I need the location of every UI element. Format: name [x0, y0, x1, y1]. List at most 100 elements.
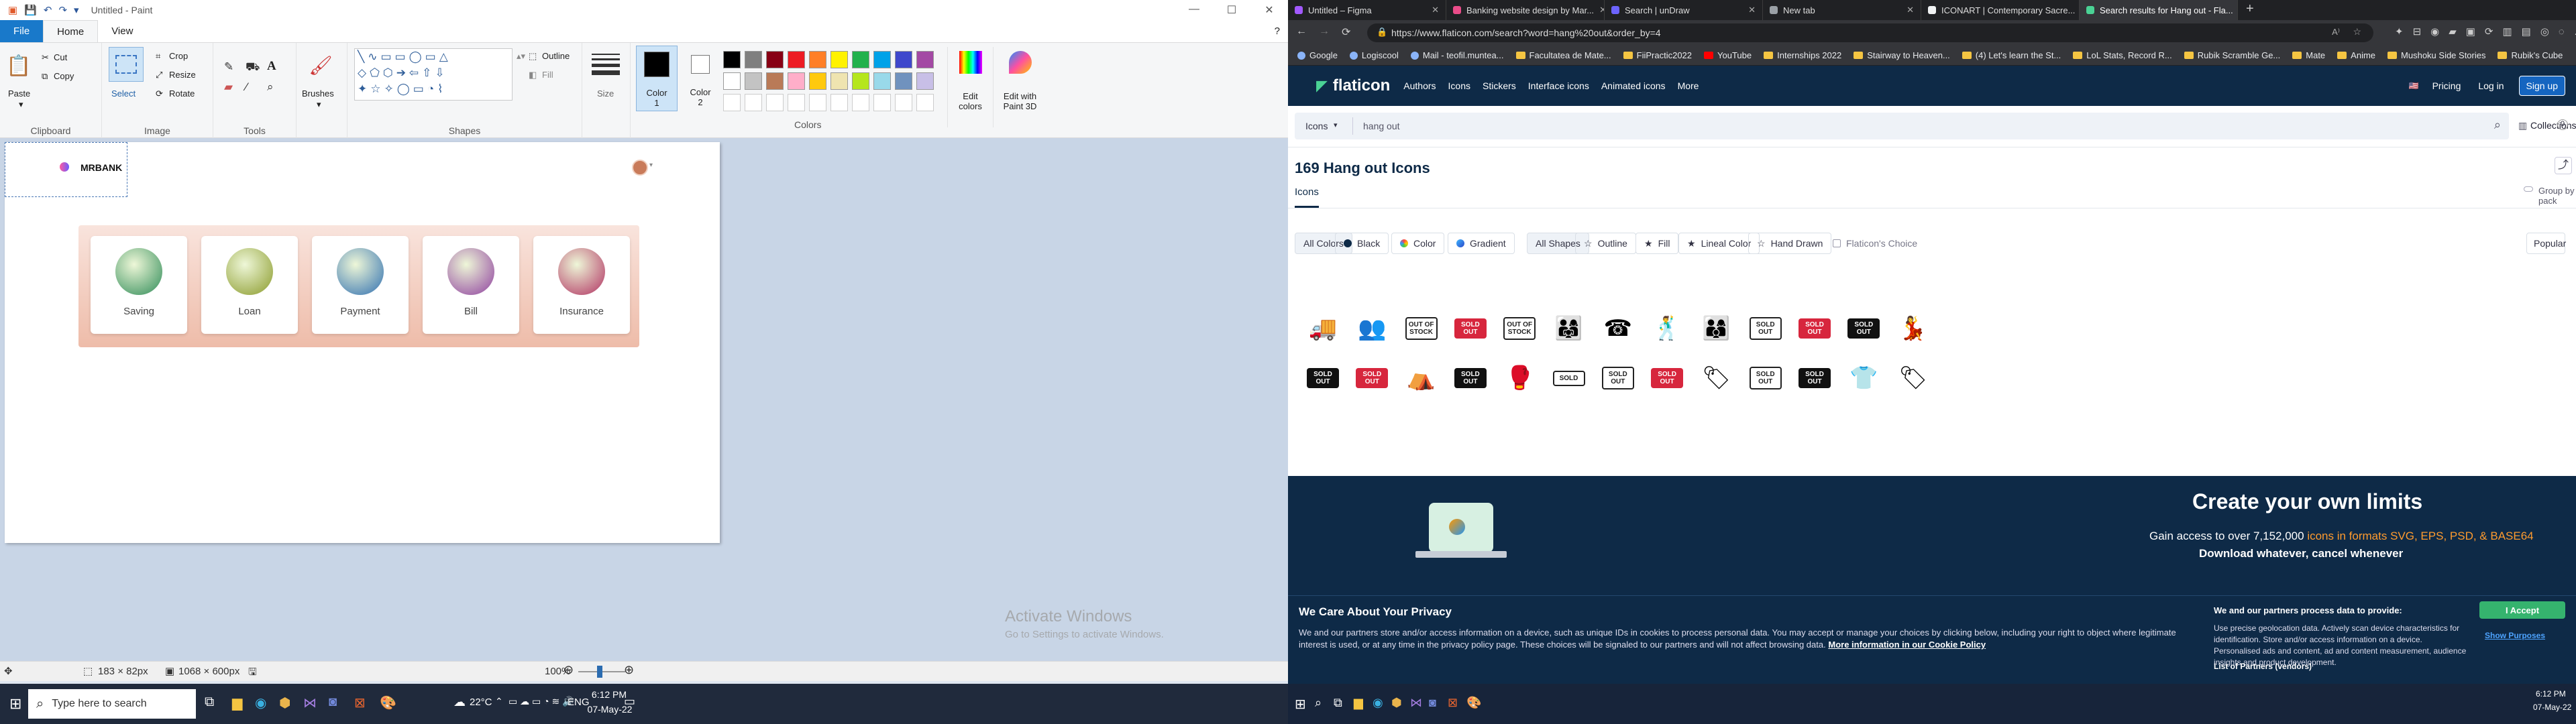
edit-with-paint3d-button[interactable]: Edit with Paint 3D — [993, 47, 1046, 127]
browser-tab-0[interactable]: Untitled – Figma ✕ — [1288, 0, 1446, 20]
nav-link-2[interactable]: Stickers — [1483, 80, 1516, 91]
palette-color-r1-8[interactable] — [895, 51, 912, 68]
bookmark-13[interactable]: Mushoku Side Stories — [2387, 50, 2485, 60]
sold-out-red-banner-icon[interactable]: SOLD OUT — [1346, 353, 1397, 404]
nav-link-0[interactable]: Authors — [1403, 80, 1436, 91]
bookmark-2[interactable]: Mail - teofil.muntea... — [1410, 50, 1504, 60]
flaticon-logo[interactable]: ◤ flaticon — [1316, 76, 1390, 95]
color-filter-2[interactable]: Color — [1391, 233, 1445, 254]
paint-canvas[interactable]: MRBANK ▾ Saving Loan Payment Bill Insurance — [5, 142, 720, 543]
bookmark-0[interactable]: Google — [1297, 50, 1338, 60]
start-icon[interactable]: ⊞ — [9, 695, 21, 713]
brushes-button[interactable]: Brushes — [302, 88, 334, 99]
shapes-scroll-icon[interactable]: ▴▾ — [517, 51, 525, 62]
delivery-people-icon[interactable]: 👥 — [1346, 303, 1397, 354]
fill-button[interactable]: Fill — [542, 70, 553, 80]
color1-selector[interactable]: Color 1 — [636, 46, 678, 111]
address-bar[interactable]: 🔒 https://www.flaticon.com/search?word=h… — [1367, 23, 2373, 42]
price-tag-icon[interactable]: 🏷 — [1690, 353, 1741, 404]
size-lines-icon[interactable] — [592, 54, 620, 76]
extension-icons[interactable]: ✦⊟◉▰▣⟳▥▤◎◌… — [2395, 25, 2576, 38]
task-view-icon[interactable]: ⧉ — [205, 695, 214, 710]
sort-select[interactable]: Popular — [2526, 233, 2566, 254]
back-icon[interactable]: ← — [1296, 25, 1307, 38]
zoom-out-button[interactable]: ⊖ — [564, 663, 574, 677]
nav-link-3[interactable]: Interface icons — [1528, 80, 1589, 91]
maximize-button[interactable]: ☐ — [1213, 3, 1250, 17]
resize-button[interactable]: Resize — [169, 70, 196, 80]
collections-icon[interactable]: ▥ — [2518, 120, 2527, 131]
out-of-stock-badge-icon[interactable]: OUT OF STOCK — [1494, 303, 1545, 354]
close-tab-icon[interactable]: ✕ — [1599, 5, 1604, 15]
palette-color-r2-8[interactable] — [895, 72, 912, 90]
palette-color-r1-4[interactable] — [809, 51, 826, 68]
signup-button[interactable]: Sign up — [2518, 76, 2565, 96]
minimize-button[interactable]: — — [1175, 3, 1213, 17]
pencil-icon[interactable]: ✎ — [224, 60, 233, 74]
cookie-policy-link[interactable]: More information in our Cookie Policy — [1828, 640, 1986, 650]
rotate-icon[interactable]: ⟳ — [156, 88, 163, 99]
bookmark-10[interactable]: Rubik Scramble Ge... — [2184, 50, 2280, 60]
palette-custom-slot[interactable] — [788, 94, 805, 111]
palette-custom-slot[interactable] — [745, 94, 762, 111]
paint-taskbar-icon[interactable]: 🎨 — [380, 695, 396, 711]
palette-color-r1-7[interactable] — [873, 51, 891, 68]
tray-chevron-icon[interactable]: ⌃ — [495, 696, 503, 707]
brushes-dropdown-icon[interactable]: ▾ — [317, 99, 321, 110]
hugging-people-icon[interactable]: 💃 — [1888, 303, 1939, 354]
sold-tag-icon[interactable]: SOLD — [1544, 353, 1595, 404]
palette-custom-slot[interactable] — [830, 94, 848, 111]
tab-icons[interactable]: Icons — [1295, 186, 1319, 208]
sold-out-red-icon[interactable]: SOLD OUT — [1789, 303, 1840, 354]
crop-button[interactable]: Crop — [169, 51, 188, 61]
bookmark-12[interactable]: Anime — [2337, 50, 2375, 60]
tab-file[interactable]: File — [0, 20, 44, 42]
sold-out-sign-outline-icon[interactable]: SOLD OUT — [1740, 353, 1791, 404]
palette-color-r2-9[interactable] — [916, 72, 934, 90]
palette-color-r1-1[interactable] — [745, 51, 762, 68]
file-explorer-icon[interactable]: ▆ — [1354, 696, 1363, 710]
text-tool-icon[interactable]: A — [267, 59, 276, 74]
palette-color-r1-9[interactable] — [916, 51, 934, 68]
search-icon[interactable]: ⌕ — [2494, 118, 2501, 132]
redo-icon[interactable]: ↷ — [58, 4, 67, 16]
copy-icon[interactable]: ⧉ — [42, 71, 48, 82]
size-button[interactable]: Size — [597, 88, 614, 99]
zoom-in-button[interactable]: ⊕ — [624, 663, 634, 677]
app-icon[interactable]: ⬢ — [1391, 696, 1402, 710]
share-icon[interactable]: ⤴ — [2555, 157, 2572, 174]
reload-icon[interactable]: ⟳ — [1342, 25, 1350, 39]
language-flag-icon[interactable]: 🇺🇸 — [2409, 81, 2419, 90]
bookmark-14[interactable]: Rubik's Cube — [2498, 50, 2563, 60]
palette-color-r1-2[interactable] — [766, 51, 784, 68]
bookmark-3[interactable]: Facultatea de Mate... — [1515, 50, 1611, 60]
outline-button[interactable]: Outline — [542, 51, 570, 61]
discord-icon[interactable]: ◙ — [329, 695, 337, 710]
paint-taskbar-icon[interactable]: 🎨 — [1466, 696, 1481, 710]
eraser-icon[interactable]: ▰ — [224, 80, 233, 94]
browser-tab-3[interactable]: New tab ✕ — [1763, 0, 1921, 20]
sold-out-black-sign-icon[interactable]: SOLD OUT — [1445, 353, 1496, 404]
read-aloud-icon[interactable]: A⁾ — [2332, 27, 2340, 38]
shape-filter-4[interactable]: ☆ Hand Drawn — [1748, 233, 1832, 254]
paste-dropdown-icon[interactable]: ▾ — [19, 99, 23, 110]
bookmark-9[interactable]: LoL Stats, Record R... — [2073, 50, 2172, 60]
palette-color-r1-0[interactable] — [723, 51, 741, 68]
search-icon[interactable]: ⌕ — [1315, 696, 1322, 710]
color-filter-1[interactable]: Black — [1335, 233, 1389, 254]
nav-link-1[interactable]: Icons — [1448, 80, 1470, 91]
partners-list-link[interactable]: List of Partners (vendors) — [2214, 662, 2312, 671]
login-link[interactable]: Log in — [2478, 80, 2504, 91]
close-tab-icon[interactable]: ✕ — [1432, 5, 1439, 15]
close-tab-icon[interactable]: ✕ — [1907, 5, 1914, 15]
palette-color-r2-5[interactable] — [830, 72, 848, 90]
palette-color-r2-2[interactable] — [766, 72, 784, 90]
shapes-gallery[interactable]: ╲∿▭▭◯▭△ ◇⬠⬡➔⇦⇧⇩ ✦☆✧◯▭◔⌇ — [354, 48, 513, 101]
palette-color-r2-7[interactable] — [873, 72, 891, 90]
taskbar-search[interactable]: ⌕ Type here to search — [28, 689, 196, 719]
bookmark-5[interactable]: YouTube — [1704, 50, 1752, 60]
market-stall-icon[interactable]: ⛺ — [1396, 353, 1447, 404]
edge-icon[interactable]: ◉ — [255, 695, 266, 711]
notification-icon[interactable]: ▭ — [624, 695, 635, 709]
accept-cookies-button[interactable]: I Accept — [2479, 601, 2565, 619]
